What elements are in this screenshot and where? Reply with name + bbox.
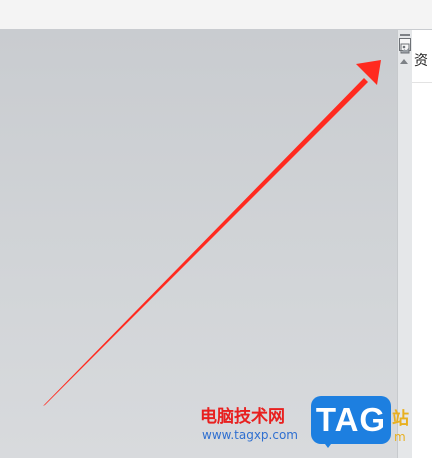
- side-panel-divider: [412, 82, 432, 83]
- side-panel-title: 资: [414, 53, 428, 69]
- image-pane-icon[interactable]: [399, 38, 411, 54]
- side-panel: 资: [412, 30, 432, 458]
- watermark-url-tail: m: [394, 430, 406, 444]
- image-pane-glyph: [400, 43, 410, 54]
- vertical-scrollbar[interactable]: [397, 30, 412, 458]
- watermark-logo-notch: [322, 440, 334, 448]
- title-bar: [0, 0, 432, 30]
- scroll-up-arrow-icon[interactable]: [400, 59, 408, 64]
- watermark-text: 电脑技术网: [200, 407, 285, 427]
- watermark-logo: TAG: [311, 396, 391, 444]
- watermark-text-tail: 站: [392, 409, 409, 429]
- split-handle[interactable]: [400, 34, 410, 36]
- watermark-url: www.tagxp.com: [202, 428, 298, 442]
- document-workspace[interactable]: [0, 30, 397, 458]
